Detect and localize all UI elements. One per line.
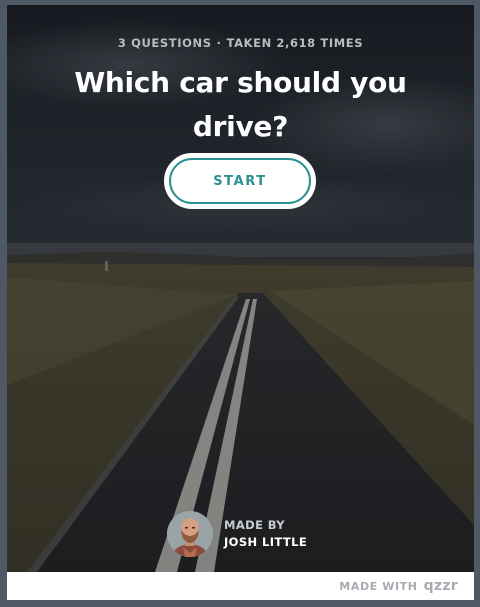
author-avatar[interactable] xyxy=(167,511,213,557)
meta-separator: · xyxy=(216,36,222,50)
author-block[interactable]: MADE BY JOSH LITTLE xyxy=(167,510,307,558)
author-text: MADE BY JOSH LITTLE xyxy=(224,517,307,551)
made-with-label: MADE WITH xyxy=(339,579,418,593)
quiz-meta: 3 QUESTIONS · TAKEN 2,618 TIMES xyxy=(7,36,474,50)
footer-bar: MADE WITH qzzr xyxy=(7,572,474,600)
quiz-title: Which car should you drive? xyxy=(74,66,407,143)
avatar-photo-icon xyxy=(167,511,213,557)
start-button-label: START xyxy=(213,173,267,189)
quiz-cover-card: 3 QUESTIONS · TAKEN 2,618 TIMES Which car … xyxy=(7,5,474,572)
author-name[interactable]: JOSH LITTLE xyxy=(224,534,307,551)
made-with-link[interactable]: MADE WITH qzzr xyxy=(339,572,458,600)
taken-count: TAKEN 2,618 TIMES xyxy=(226,36,364,50)
qzzr-logo-icon: qzzr xyxy=(423,578,458,594)
start-button[interactable]: START xyxy=(164,153,316,209)
page-frame: 3 QUESTIONS · TAKEN 2,618 TIMES Which car … xyxy=(0,0,480,607)
question-count: 3 QUESTIONS xyxy=(117,36,212,50)
author-label: MADE BY xyxy=(224,518,286,532)
